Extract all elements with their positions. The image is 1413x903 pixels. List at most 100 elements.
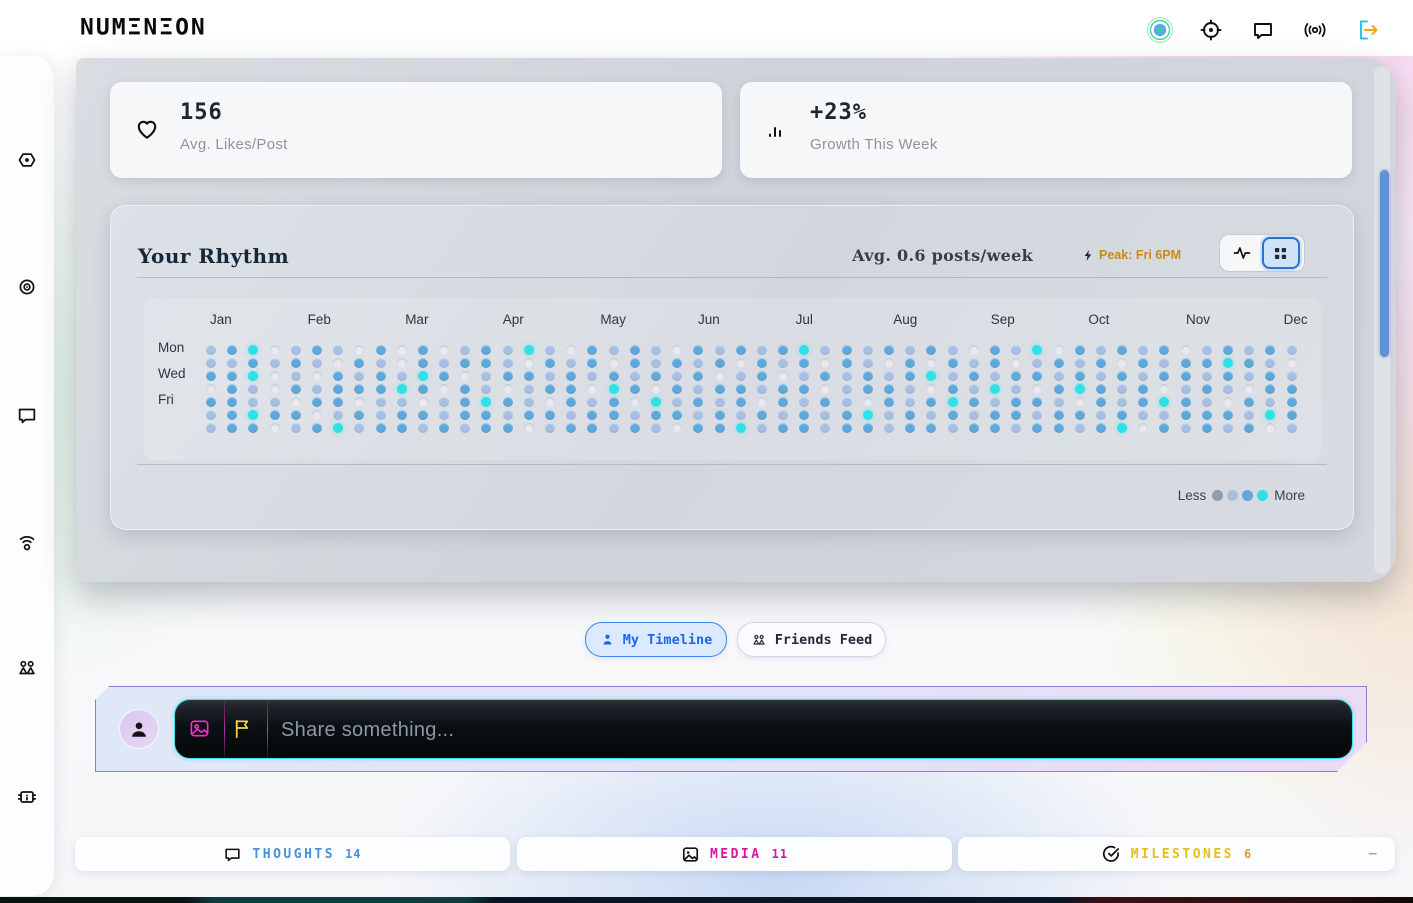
- rhythm-day-dot[interactable]: [1181, 371, 1191, 381]
- rhythm-day-dot[interactable]: [630, 371, 640, 381]
- rhythm-day-dot[interactable]: [757, 397, 767, 407]
- rhythm-day-dot[interactable]: [333, 358, 343, 368]
- rhythm-day-dot[interactable]: [820, 423, 830, 433]
- hexagon-dot-icon[interactable]: [16, 149, 38, 171]
- rhythm-day-dot[interactable]: [397, 410, 407, 420]
- rhythm-day-dot[interactable]: [1202, 423, 1212, 433]
- rhythm-day-dot[interactable]: [566, 410, 576, 420]
- section-thoughts[interactable]: THOUGHTS 14: [75, 837, 510, 871]
- rhythm-day-dot[interactable]: [566, 358, 576, 368]
- rhythm-day-dot[interactable]: [884, 345, 894, 355]
- rhythm-day-dot[interactable]: [291, 423, 301, 433]
- rhythm-day-dot[interactable]: [799, 397, 809, 407]
- rhythm-day-dot[interactable]: [1265, 384, 1275, 394]
- rhythm-day-dot[interactable]: [1011, 384, 1021, 394]
- rhythm-day-dot[interactable]: [1287, 397, 1297, 407]
- rhythm-day-dot[interactable]: [1138, 423, 1148, 433]
- rhythm-day-dot[interactable]: [566, 384, 576, 394]
- rhythm-day-dot[interactable]: [1117, 384, 1127, 394]
- rhythm-day-dot[interactable]: [376, 410, 386, 420]
- rhythm-day-dot[interactable]: [227, 371, 237, 381]
- rhythm-day-dot[interactable]: [948, 423, 958, 433]
- tab-my-timeline[interactable]: My Timeline: [585, 622, 727, 657]
- rhythm-day-dot[interactable]: [693, 371, 703, 381]
- rhythm-day-dot[interactable]: [693, 423, 703, 433]
- rhythm-day-dot[interactable]: [291, 397, 301, 407]
- rhythm-day-dot[interactable]: [990, 410, 1000, 420]
- rhythm-day-dot[interactable]: [566, 345, 576, 355]
- rhythm-day-dot[interactable]: [1117, 345, 1127, 355]
- rhythm-day-dot[interactable]: [799, 384, 809, 394]
- rhythm-day-dot[interactable]: [270, 384, 280, 394]
- rhythm-day-dot[interactable]: [1287, 410, 1297, 420]
- rhythm-day-dot[interactable]: [1054, 410, 1064, 420]
- rhythm-day-dot[interactable]: [397, 345, 407, 355]
- rhythm-day-dot[interactable]: [1138, 384, 1148, 394]
- rhythm-day-dot[interactable]: [715, 371, 725, 381]
- rhythm-day-dot[interactable]: [545, 384, 555, 394]
- rhythm-day-dot[interactable]: [820, 384, 830, 394]
- rhythm-day-dot[interactable]: [630, 384, 640, 394]
- rhythm-day-dot[interactable]: [354, 397, 364, 407]
- rhythm-day-dot[interactable]: [1181, 423, 1191, 433]
- rhythm-day-dot[interactable]: [1244, 371, 1254, 381]
- rhythm-day-dot[interactable]: [1032, 423, 1042, 433]
- rhythm-day-dot[interactable]: [1096, 384, 1106, 394]
- rhythm-day-dot[interactable]: [1223, 345, 1233, 355]
- rhythm-day-dot[interactable]: [757, 345, 767, 355]
- rhythm-day-dot[interactable]: [948, 384, 958, 394]
- rhythm-day-dot[interactable]: [609, 410, 619, 420]
- rhythm-day-dot[interactable]: [1265, 358, 1275, 368]
- rhythm-day-dot[interactable]: [270, 358, 280, 368]
- messages-icon[interactable]: [1249, 16, 1277, 44]
- rhythm-day-dot[interactable]: [439, 423, 449, 433]
- section-milestones[interactable]: MILESTONES 6 –: [958, 837, 1395, 871]
- rhythm-day-dot[interactable]: [926, 358, 936, 368]
- rhythm-day-dot[interactable]: [1054, 423, 1064, 433]
- rhythm-day-dot[interactable]: [905, 410, 915, 420]
- rhythm-day-dot[interactable]: [1032, 345, 1042, 355]
- rhythm-day-dot[interactable]: [1011, 371, 1021, 381]
- rhythm-day-dot[interactable]: [736, 345, 746, 355]
- signal-icon[interactable]: [16, 532, 38, 554]
- rhythm-day-dot[interactable]: [651, 371, 661, 381]
- rhythm-day-dot[interactable]: [905, 358, 915, 368]
- rhythm-day-dot[interactable]: [990, 371, 1000, 381]
- rhythm-day-dot[interactable]: [736, 371, 746, 381]
- messages-icon[interactable]: [16, 404, 38, 426]
- rhythm-day-dot[interactable]: [905, 345, 915, 355]
- rhythm-day-dot[interactable]: [1202, 384, 1212, 394]
- rhythm-day-dot[interactable]: [587, 423, 597, 433]
- rhythm-day-dot[interactable]: [1138, 358, 1148, 368]
- rhythm-day-dot[interactable]: [333, 410, 343, 420]
- rhythm-day-dot[interactable]: [863, 423, 873, 433]
- rhythm-day-dot[interactable]: [905, 423, 915, 433]
- rhythm-day-dot[interactable]: [926, 345, 936, 355]
- rhythm-day-dot[interactable]: [969, 358, 979, 368]
- rhythm-day-dot[interactable]: [799, 358, 809, 368]
- rhythm-day-dot[interactable]: [312, 345, 322, 355]
- rhythm-day-dot[interactable]: [460, 358, 470, 368]
- rhythm-day-dot[interactable]: [333, 371, 343, 381]
- rhythm-day-dot[interactable]: [418, 384, 428, 394]
- rhythm-day-dot[interactable]: [1011, 410, 1021, 420]
- rhythm-day-dot[interactable]: [651, 345, 661, 355]
- rhythm-day-dot[interactable]: [227, 345, 237, 355]
- rhythm-day-dot[interactable]: [206, 397, 216, 407]
- rhythm-day-dot[interactable]: [418, 410, 428, 420]
- rhythm-day-dot[interactable]: [905, 397, 915, 407]
- scrollbar-thumb[interactable]: [1380, 170, 1389, 357]
- rhythm-day-dot[interactable]: [948, 371, 958, 381]
- rhythm-day-dot[interactable]: [651, 423, 661, 433]
- rhythm-day-dot[interactable]: [1117, 410, 1127, 420]
- rhythm-day-dot[interactable]: [248, 384, 258, 394]
- rhythm-day-dot[interactable]: [1075, 423, 1085, 433]
- rhythm-day-dot[interactable]: [1096, 423, 1106, 433]
- tab-friends-feed[interactable]: Friends Feed: [737, 622, 886, 657]
- rhythm-day-dot[interactable]: [503, 358, 513, 368]
- rhythm-day-dot[interactable]: [1138, 397, 1148, 407]
- rhythm-day-dot[interactable]: [1159, 371, 1169, 381]
- rhythm-day-dot[interactable]: [1181, 384, 1191, 394]
- rhythm-day-dot[interactable]: [884, 384, 894, 394]
- rhythm-day-dot[interactable]: [778, 384, 788, 394]
